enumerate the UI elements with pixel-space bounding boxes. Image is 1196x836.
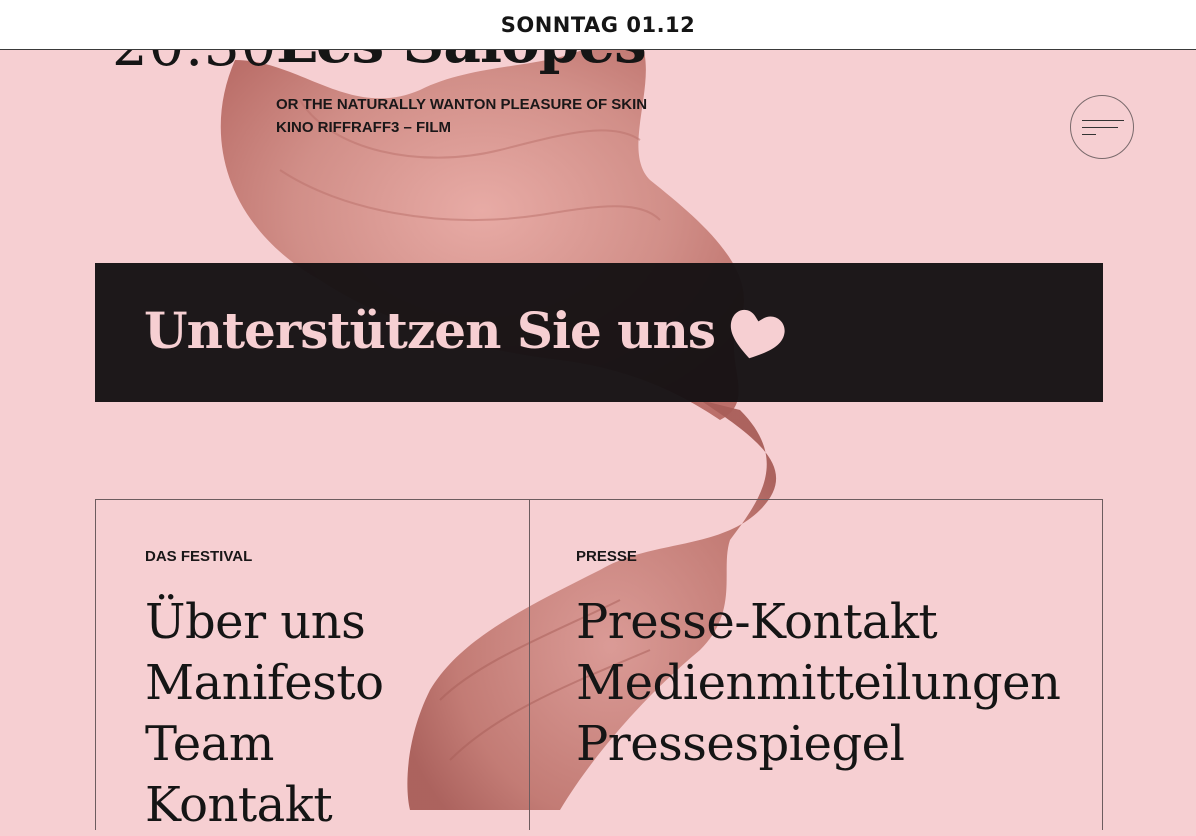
footer-link-grid: DAS FESTIVAL Über uns Manifesto Team Kon… [95, 499, 1103, 833]
section-heading: DAS FESTIVAL [145, 548, 253, 565]
link-kontakt[interactable]: Kontakt [145, 775, 384, 836]
link-medienmitteilungen[interactable]: Medienmitteilungen [576, 653, 1061, 714]
support-label: Unterstützen Sie uns [144, 301, 716, 360]
section-presse: PRESSE Presse-Kontakt Medienmitteilungen… [528, 500, 1103, 830]
event-subtitle: OR THE NATURALLY WANTON PLEASURE OF SKIN [276, 96, 648, 113]
link-team[interactable]: Team [145, 714, 384, 775]
heart-icon [730, 309, 785, 359]
section-heading: PRESSE [576, 548, 637, 565]
date-bar: SONNTAG 01.12 [0, 0, 1196, 50]
support-banner[interactable]: Unterstützen Sie uns [95, 263, 1103, 402]
menu-button[interactable] [1070, 95, 1134, 159]
date-label: SONNTAG 01.12 [500, 12, 696, 37]
event-venue: KINO RIFFRAFF3 – FILM [276, 119, 451, 136]
link-ueber-uns[interactable]: Über uns [145, 592, 384, 653]
section-festival: DAS FESTIVAL Über uns Manifesto Team Kon… [95, 500, 530, 833]
presse-links: Presse-Kontakt Medienmitteilungen Presse… [576, 592, 1061, 775]
link-presse-kontakt[interactable]: Presse-Kontakt [576, 592, 1060, 653]
link-manifesto[interactable]: Manifesto [145, 653, 384, 714]
link-pressespiegel[interactable]: Pressespiegel [576, 714, 1060, 775]
festival-links: Über uns Manifesto Team Kontakt [145, 592, 384, 836]
event-details: OR THE NATURALLY WANTON PLEASURE OF SKIN… [276, 93, 647, 139]
